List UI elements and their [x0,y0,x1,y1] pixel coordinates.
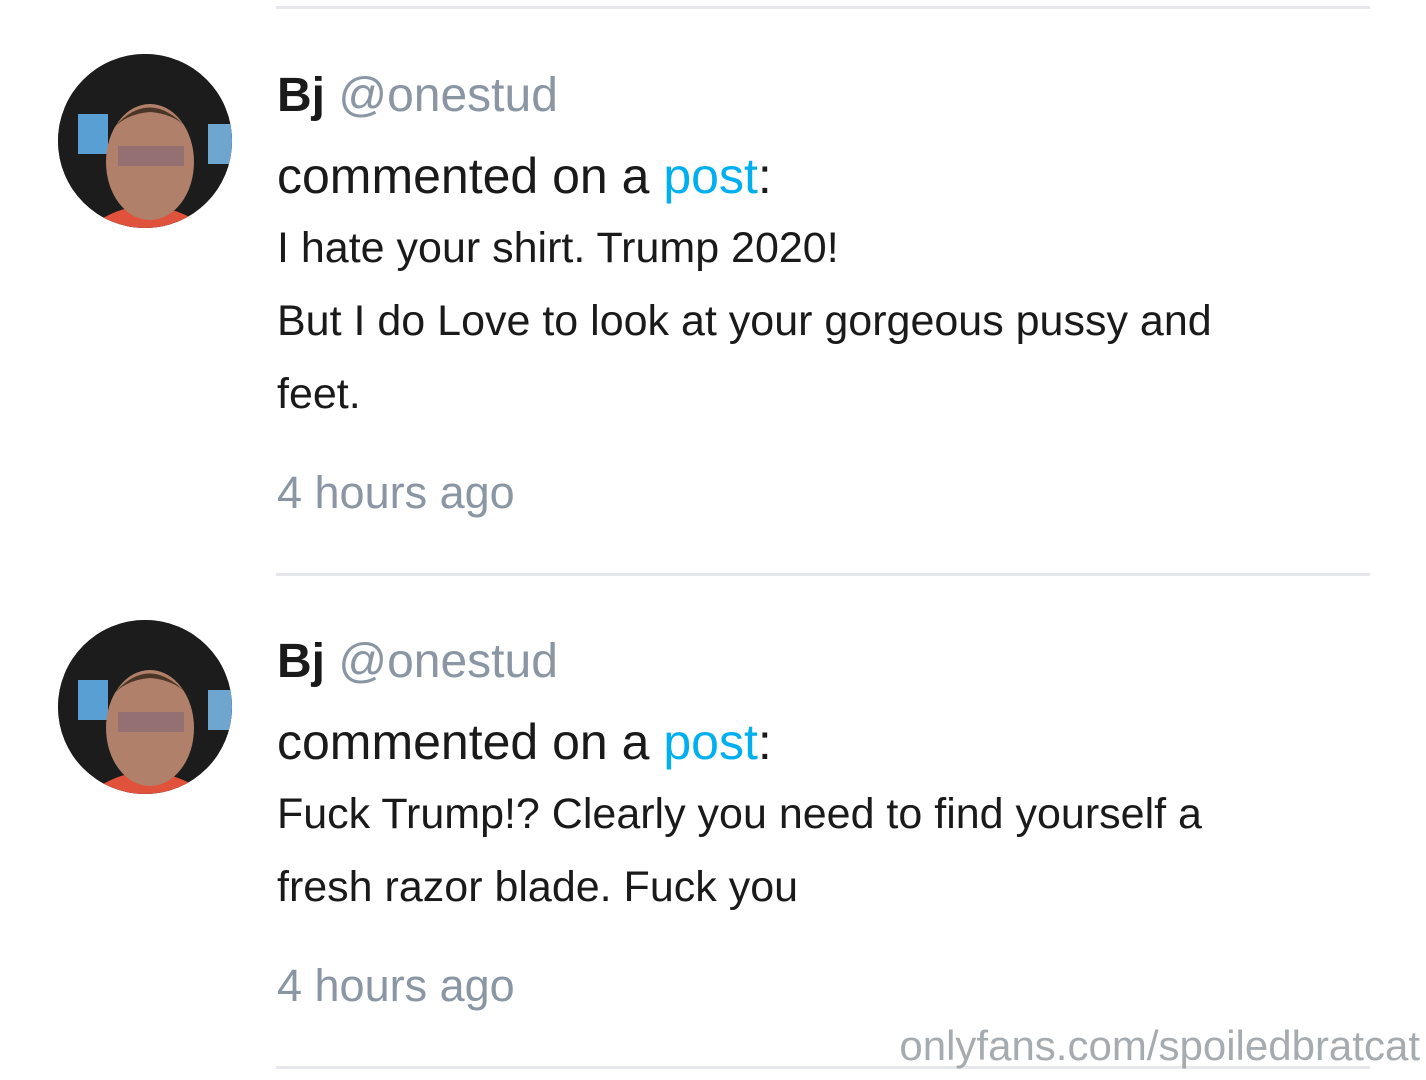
comment-timestamp: 4 hours ago [277,960,515,1011]
comment-text-line: But I do Love to look at your gorgeous p… [277,297,1212,345]
divider-between-comments [276,573,1370,576]
avatar-photo-icon [58,620,232,794]
action-text: commented on a [277,148,664,204]
avatar-photo-icon [58,54,232,228]
divider-top [276,6,1370,9]
comment-text-line: fresh razor blade. Fuck you [277,863,799,911]
author-handle[interactable]: @onestud [338,69,558,122]
author-display-name[interactable]: Bj [277,635,325,688]
action-colon: : [757,714,772,770]
comment-body: Bj @onestud commented on a post: Fuck Tr… [277,634,1357,1014]
comment-text: I hate your shirt. Trump 2020! But I do … [277,212,1357,431]
post-link[interactable]: post [663,148,758,204]
comment-author: Bj @onestud [277,634,1357,690]
action-colon: : [757,148,772,204]
comment-action: commented on a post: [277,712,1357,772]
comment-timestamp: 4 hours ago [277,467,515,518]
author-display-name[interactable]: Bj [277,69,325,122]
comment-text-line: Fuck Trump!? Clearly you need to find yo… [277,790,1202,838]
avatar[interactable] [58,54,232,228]
comment-text-line: I hate your shirt. Trump 2020! [277,224,839,272]
author-handle[interactable]: @onestud [338,635,558,688]
comment-text: Fuck Trump!? Clearly you need to find yo… [277,778,1357,924]
comment-author: Bj @onestud [277,68,1357,124]
avatar[interactable] [58,620,232,794]
post-link[interactable]: post [663,714,758,770]
action-text: commented on a [277,714,664,770]
comment-body: Bj @onestud commented on a post: I hate … [277,68,1357,521]
watermark: onlyfans.com/spoiledbratcat [899,1022,1420,1069]
comment-action: commented on a post: [277,146,1357,206]
comment-text-line: feet. [277,370,361,418]
